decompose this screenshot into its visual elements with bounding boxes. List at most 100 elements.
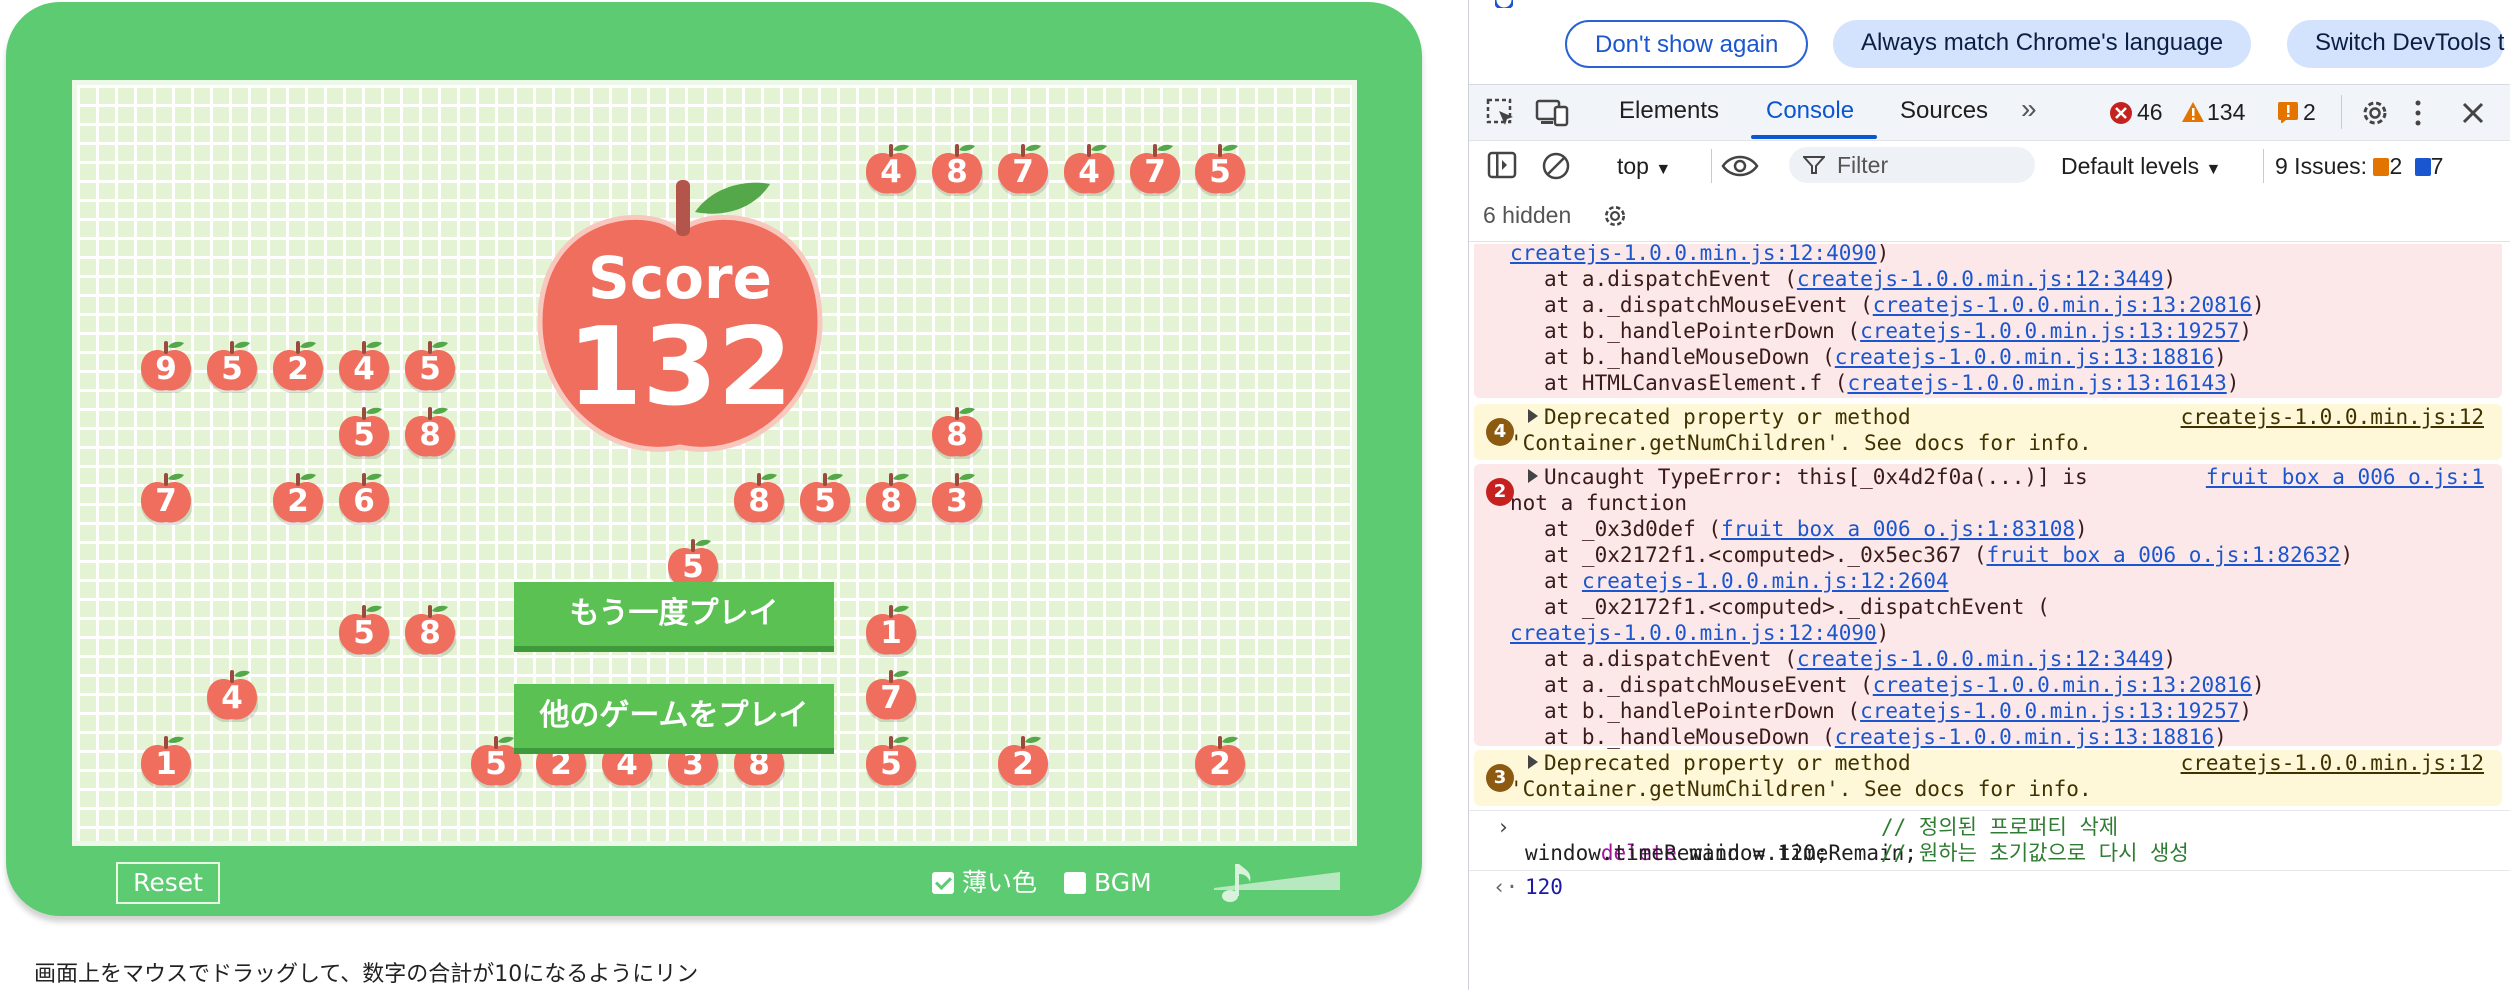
source-link[interactable]: createjs-1.0.0.min.js:12:4090 <box>1510 621 1877 645</box>
apple-tile[interactable]: 9 <box>140 337 192 393</box>
apple-tile[interactable]: 5 <box>338 601 390 657</box>
apple-tile[interactable]: 5 <box>404 337 456 393</box>
live-expression-eye-icon[interactable] <box>1721 153 1759 179</box>
expand-triangle-icon[interactable] <box>1528 469 1538 483</box>
source-link[interactable]: fruit box a 006 o.js:1:82632 <box>1987 543 2341 567</box>
expand-triangle-icon[interactable] <box>1528 755 1538 769</box>
stack-frame-text: ) <box>2214 345 2227 369</box>
warning-text-2: 'Container.getNumChildren'. See docs for… <box>1510 431 2092 455</box>
warning-text: Deprecated property or method <box>1544 405 1911 429</box>
apple-tile[interactable]: 8 <box>931 140 983 196</box>
source-link[interactable]: createjs-1.0.0.min.js:12:3449 <box>1797 267 2164 291</box>
source-link[interactable]: createjs-1.0.0.min.js:13:18816 <box>1835 345 2214 369</box>
apple-number: 4 <box>880 154 902 190</box>
source-link[interactable]: fruit box a 006 o.js:1:83108 <box>1721 517 2075 541</box>
apple-tile[interactable]: 4 <box>1063 140 1115 196</box>
source-link[interactable]: createjs-1.0.0.min.js:13:18816 <box>1835 725 2214 749</box>
switch-devtools-button[interactable]: Switch DevTools t <box>2287 20 2505 68</box>
tab-sources[interactable]: Sources <box>1900 97 1988 125</box>
apple-tile[interactable]: 4 <box>338 337 390 393</box>
clear-console-icon[interactable] <box>1541 151 1571 181</box>
expand-triangle-icon[interactable] <box>1528 409 1538 423</box>
warning-source-link[interactable]: createjs-1.0.0.min.js:12 <box>2181 750 2484 776</box>
apple-tile[interactable]: 4 <box>865 140 917 196</box>
apple-number: 5 <box>353 615 375 651</box>
apple-tile[interactable]: 3 <box>931 469 983 525</box>
code-comment: // 정의된 프로퍼티 삭제 <box>1881 815 2119 839</box>
light-color-checkbox[interactable]: 薄い色 <box>932 866 1037 900</box>
source-link[interactable]: createjs-1.0.0.min.js:12:4090 <box>1510 244 1877 265</box>
error-source-link[interactable]: fruit box a 006 o.js:1 <box>2206 464 2484 490</box>
source-link[interactable]: createjs-1.0.0.min.js:12:3449 <box>1797 647 2164 671</box>
settings-gear-icon[interactable] <box>2359 97 2391 129</box>
apple-tile[interactable]: 5 <box>338 403 390 459</box>
sidebar-toggle-icon[interactable] <box>1487 151 1517 179</box>
tab-bar-divider <box>2341 95 2342 129</box>
hidden-messages-label: 6 hidden <box>1483 202 1572 228</box>
apple-tile[interactable]: 1 <box>865 601 917 657</box>
apple-tile[interactable]: 5 <box>1194 140 1246 196</box>
inspect-element-icon[interactable] <box>1485 97 1517 129</box>
context-selector[interactable]: top ▼ <box>1617 153 1671 180</box>
device-toolbar-icon[interactable] <box>1535 97 1569 129</box>
apple-tile[interactable]: 2 <box>272 469 324 525</box>
apple-tile[interactable]: 5 <box>799 469 851 525</box>
apple-tile[interactable]: 8 <box>733 469 785 525</box>
play-again-button[interactable]: もう一度プレイ <box>514 582 834 652</box>
dont-show-again-button[interactable]: Don't show again <box>1565 20 1809 68</box>
apple-tile[interactable]: 2 <box>272 337 324 393</box>
apple-number: 7 <box>155 483 177 519</box>
stack-frame-text: ) <box>2239 319 2253 343</box>
always-match-language-button[interactable]: Always match Chrome's language <box>1833 20 2252 68</box>
source-link[interactable]: createjs-1.0.0.min.js:13:19257 <box>1860 319 2239 343</box>
stack-frame: at a._dispatchMouseEvent (createjs-1.0.0… <box>1544 292 2265 318</box>
volume-slider[interactable] <box>1200 858 1344 906</box>
more-options-icon[interactable] <box>2413 97 2423 129</box>
source-link[interactable]: createjs-1.0.0.min.js:12:2604 <box>1582 569 1949 593</box>
tab-elements[interactable]: Elements <box>1619 97 1719 125</box>
toolbar-divider <box>1711 149 1712 183</box>
error-count[interactable]: 46 <box>2137 99 2163 126</box>
issues-count[interactable]: 2 <box>2303 99 2316 126</box>
apple-tile[interactable]: 6 <box>338 469 390 525</box>
apple-tile[interactable]: 8 <box>404 403 456 459</box>
apple-tile[interactable]: 5 <box>865 732 917 788</box>
source-link[interactable]: createjs-1.0.0.min.js:13:20816 <box>1873 293 2252 317</box>
warning-message: 3 Deprecated property or method 'Contain… <box>1474 750 2502 806</box>
apple-tile[interactable]: 8 <box>404 601 456 657</box>
apple-tile[interactable]: 4 <box>206 666 258 722</box>
issue-warning-icon <box>2373 158 2390 176</box>
apple-tile[interactable]: 2 <box>1194 732 1246 788</box>
source-link[interactable]: createjs-1.0.0.min.js:13:16143 <box>1847 371 2226 395</box>
console-input-line-2[interactable]: window.timeRemain = 120; <box>1525 840 1828 866</box>
console-settings-gear-icon[interactable] <box>1601 202 1629 230</box>
issues-summary[interactable]: 9 Issues: 2 7 <box>2275 153 2443 180</box>
source-link[interactable]: createjs-1.0.0.min.js:13:20816 <box>1873 673 2252 697</box>
source-link[interactable]: createjs-1.0.0.min.js:13:19257 <box>1860 699 2239 723</box>
apple-number: 5 <box>353 417 375 453</box>
more-tabs-button[interactable]: » <box>2021 93 2037 125</box>
warning-count[interactable]: 134 <box>2207 99 2245 126</box>
checkbox-unchecked-icon <box>1064 872 1086 894</box>
apple-tile[interactable]: 8 <box>865 469 917 525</box>
apple-tile[interactable]: 7 <box>997 140 1049 196</box>
close-devtools-icon[interactable] <box>2461 101 2485 125</box>
apple-tile[interactable]: 7 <box>140 469 192 525</box>
apple-tile[interactable]: 1 <box>140 732 192 788</box>
tab-console[interactable]: Console <box>1766 97 1854 125</box>
apple-tile[interactable]: 5 <box>206 337 258 393</box>
apple-tile[interactable]: 7 <box>1129 140 1181 196</box>
play-other-games-button[interactable]: 他のゲームをプレイ <box>514 684 834 754</box>
reset-button[interactable]: Reset <box>116 862 220 904</box>
warning-text: Deprecated property or method <box>1544 751 1911 775</box>
bgm-checkbox[interactable]: BGM <box>1064 866 1152 900</box>
log-levels-dropdown[interactable]: Default levels ▼ <box>2061 153 2221 180</box>
log-levels-value: Default levels <box>2061 153 2200 179</box>
warning-source-link[interactable]: createjs-1.0.0.min.js:12 <box>2181 404 2484 430</box>
stack-frame-text: ) <box>2226 371 2240 395</box>
apple-tile[interactable]: 8 <box>931 403 983 459</box>
apple-tile[interactable]: 2 <box>997 732 1049 788</box>
apple-tile[interactable]: 7 <box>865 666 917 722</box>
stack-frame: createjs-1.0.0.min.js:12:4090) <box>1510 620 1889 646</box>
filter-input[interactable]: Filter <box>1789 147 2035 183</box>
